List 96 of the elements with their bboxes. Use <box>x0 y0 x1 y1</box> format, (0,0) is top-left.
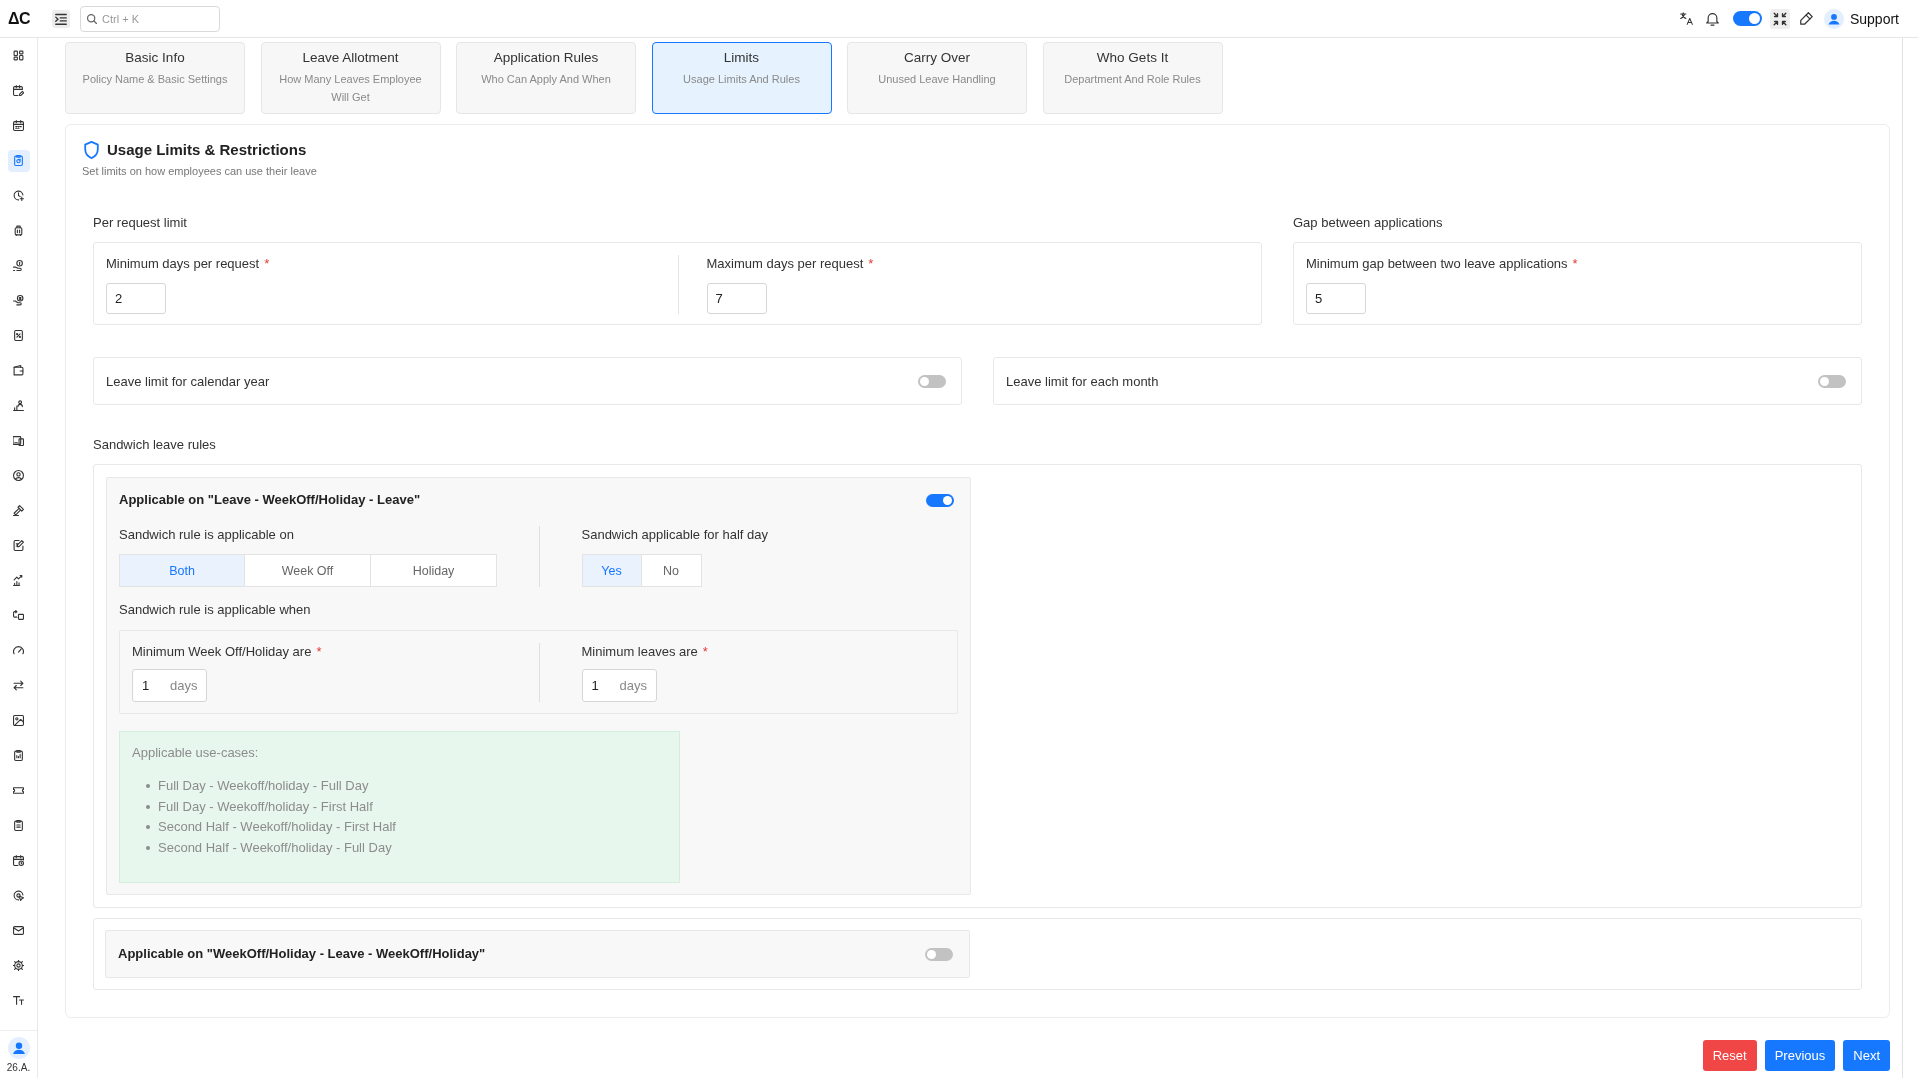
step-tab[interactable]: Who Gets It Department And Role Rules <box>1042 42 1223 114</box>
clipboard-chart-icon <box>13 750 24 761</box>
segment-button[interactable]: Week Off <box>245 554 371 587</box>
toggle-switch[interactable] <box>1818 374 1846 388</box>
field-label: Maximum days per request <box>706 255 864 273</box>
calendar-clock-icon <box>13 855 24 866</box>
gavel-icon <box>13 505 24 516</box>
required-mark: * <box>702 643 708 661</box>
section-title: Usage Limits & Restrictions <box>107 140 307 160</box>
toggle-label: Leave limit for calendar year <box>106 373 270 389</box>
growth-chart-icon <box>13 575 24 586</box>
option-label: Sandwich rule is applicable on <box>119 526 295 544</box>
avatar-icon[interactable] <box>7 1037 30 1059</box>
bullet-icon <box>146 845 150 850</box>
calendar-pen-icon <box>13 85 24 96</box>
person-chart-icon <box>13 400 24 411</box>
toggle-switch[interactable] <box>925 947 953 961</box>
segment-button[interactable]: Yes <box>581 554 642 587</box>
edit-document-icon <box>13 540 24 551</box>
section-subtitle: Set limits on how employees can use their leave <box>82 164 318 178</box>
user-label: 26.A. <box>6 1062 31 1073</box>
required-mark: * <box>316 643 322 661</box>
avatar-icon[interactable] <box>1823 8 1844 29</box>
step-tab[interactable]: Basic Info Policy Name & Basic Settings <box>65 42 245 114</box>
step-tab[interactable]: Application Rules Who Can Apply And When <box>456 42 636 114</box>
use-case-text: Second Half - Weekoff/holiday - Full Day <box>158 838 392 857</box>
input-field[interactable]: 5 <box>1306 283 1366 314</box>
text-size-icon <box>13 995 24 1006</box>
menu-icon[interactable] <box>52 9 70 28</box>
bullet-icon <box>146 825 150 830</box>
image-frame-icon <box>13 715 24 726</box>
search-icon <box>87 13 97 24</box>
field-label: Minimum leaves are <box>581 643 698 661</box>
rule-title: Applicable on "Leave - WeekOff/Holiday - Leave" <box>119 491 421 509</box>
option-label: Sandwich applicable for half day <box>581 526 769 544</box>
user-name[interactable]: Support <box>1849 10 1899 27</box>
use-case-text: Full Day - Weekoff/holiday - Full Day <box>158 777 369 795</box>
required-mark: * <box>1572 255 1578 273</box>
mail-icon <box>13 925 24 936</box>
use-cases-title: Applicable use-cases: <box>132 744 260 762</box>
translate-icon[interactable] <box>1679 12 1693 25</box>
action-button[interactable]: Next <box>1843 1040 1890 1071</box>
field-label: Minimum days per request <box>106 255 260 273</box>
checklist-icon <box>13 820 24 831</box>
action-button[interactable]: Reset <box>1702 1040 1757 1071</box>
pen-icon[interactable] <box>1799 12 1813 25</box>
luggage-icon <box>13 225 24 236</box>
group-label: Gap between applications <box>1293 214 1444 232</box>
card-arrow-icon <box>13 610 24 621</box>
target-cursor-icon <box>13 890 24 901</box>
percent-document-icon <box>13 330 24 341</box>
shield-icon <box>84 141 99 159</box>
coin-hand-icon <box>13 260 24 271</box>
step-tab[interactable]: Carry Over Unused Leave Handling <box>847 42 1027 114</box>
logo: ΔC <box>8 9 32 28</box>
option-label: Sandwich rule is applicable when <box>119 601 312 619</box>
input-field[interactable]: 2 <box>106 283 166 314</box>
unit-label: days <box>170 678 198 693</box>
hand-dollar-icon <box>13 295 24 306</box>
clock-plus-icon <box>13 190 24 201</box>
segment-button[interactable]: Holiday <box>371 554 497 587</box>
required-mark: * <box>264 255 270 273</box>
step-tab[interactable]: Limits Usage Limits And Rules <box>651 42 832 114</box>
use-case-text: Second Half - Weekoff/holiday - First Half <box>158 818 396 836</box>
toggle-switch[interactable] <box>918 374 946 388</box>
toggle-label: Leave limit for each month <box>1006 373 1159 389</box>
group-label: Per request limit <box>93 214 188 232</box>
search-field[interactable]: Ctrl + K <box>80 5 220 32</box>
settings-icon <box>13 960 24 971</box>
use-case-text: Full Day - Weekoff/holiday - First Half <box>158 797 373 816</box>
swap-arrows-icon <box>13 680 24 691</box>
unit-label: days <box>619 678 647 693</box>
field-label: Minimum gap between two leave applications <box>1306 255 1568 273</box>
devices-icon <box>13 435 24 446</box>
field-label: Minimum Week Off/Holiday are <box>132 643 312 661</box>
clipboard-refresh-icon <box>13 155 24 166</box>
bullet-icon <box>146 784 150 789</box>
user-circle-icon <box>13 470 24 481</box>
bell-icon[interactable] <box>1705 11 1719 26</box>
action-button[interactable]: Previous <box>1764 1040 1836 1071</box>
calendar-icon <box>13 120 24 131</box>
dashboard-grid-icon <box>13 50 24 61</box>
required-mark: * <box>868 255 874 273</box>
toggle-switch[interactable] <box>1732 11 1762 26</box>
segment-button[interactable]: Both <box>119 554 245 587</box>
group-label: Sandwich leave rules <box>93 436 217 454</box>
input-field[interactable]: 7 <box>706 283 767 314</box>
wallet-icon <box>13 365 24 376</box>
rule-title: Applicable on "WeekOff/Holiday - Leave - WeekOff/Holiday" <box>118 945 486 963</box>
toggle-switch[interactable] <box>926 493 954 507</box>
segment-button[interactable]: No <box>641 554 702 587</box>
bullet-icon <box>146 804 150 809</box>
compress-icon[interactable] <box>1769 8 1790 29</box>
ticket-icon <box>13 785 24 796</box>
step-tab[interactable]: Leave Allotment How Many Leaves Employee Will Get <box>260 42 441 114</box>
gauge-icon <box>13 645 24 656</box>
